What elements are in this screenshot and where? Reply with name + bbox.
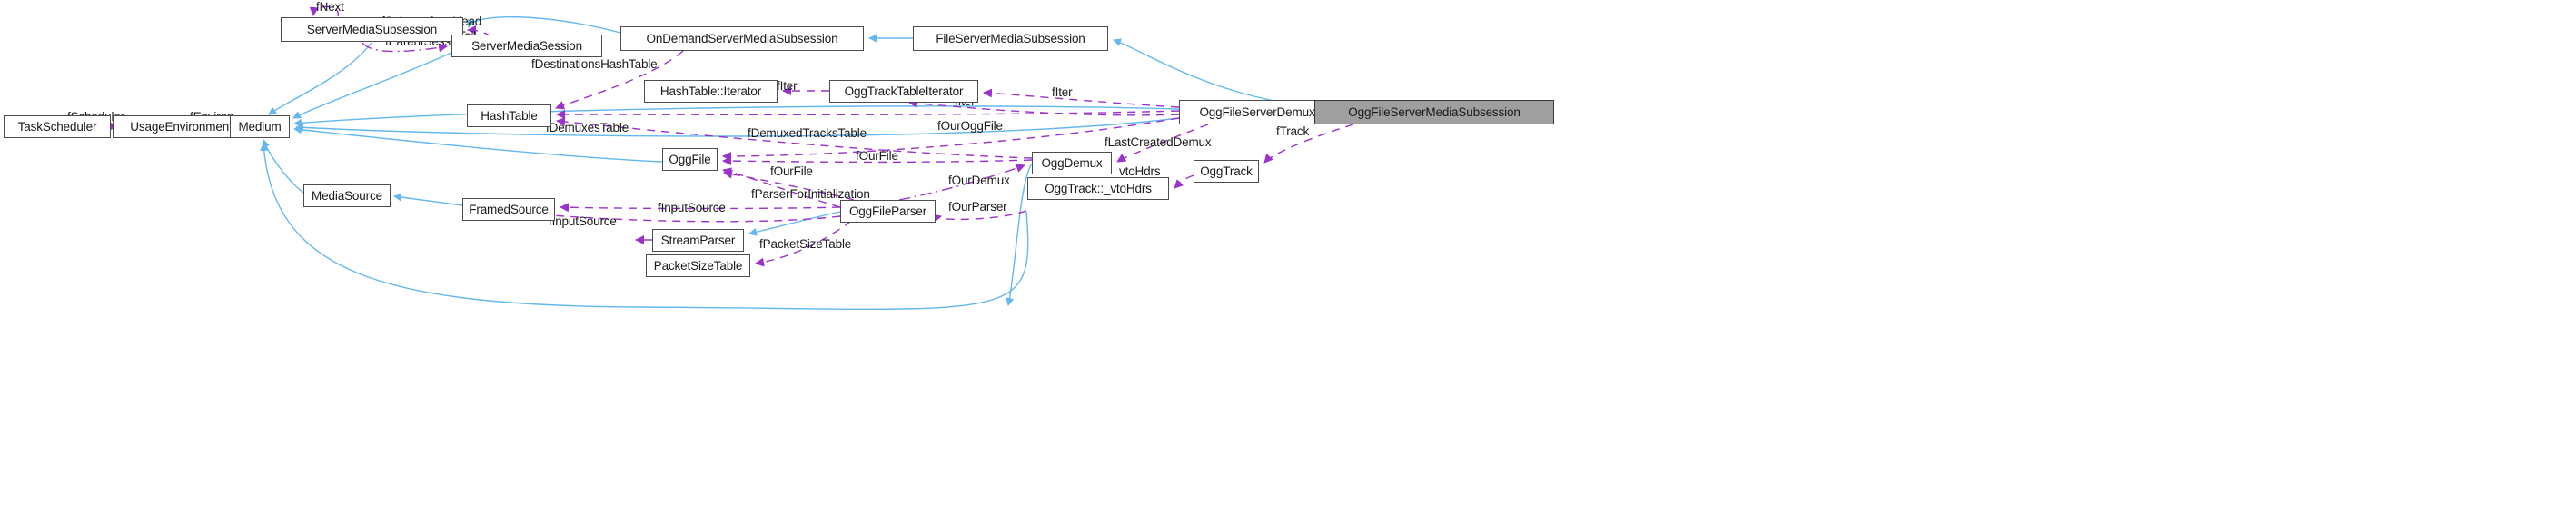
edge-label-fourdemux-mid: fOurDemux bbox=[948, 174, 1010, 187]
node-mediasource[interactable]: MediaSource bbox=[303, 184, 391, 207]
edge-label-fdemuxestable: fDemuxesTable bbox=[546, 121, 629, 134]
inheritance-edges bbox=[260, 16, 1315, 310]
edge-layer bbox=[109, 5, 1354, 310]
edge-label-fourfile-1: fOurFile bbox=[856, 149, 898, 163]
node-oggtrack-vtohdrs[interactable]: OggTrack::_vtoHdrs bbox=[1027, 177, 1169, 200]
node-ondemandservermediasubsession[interactable]: OnDemandServerMediaSubsession bbox=[620, 26, 864, 51]
node-oggfileparser[interactable]: OggFileParser bbox=[840, 200, 936, 223]
node-oggfile[interactable]: OggFile bbox=[662, 148, 718, 171]
node-hashtable[interactable]: HashTable bbox=[467, 104, 551, 127]
node-streamparser[interactable]: StreamParser bbox=[652, 229, 744, 252]
edge-label-fnext: fNext bbox=[316, 0, 344, 14]
node-fileservermediasubsession[interactable]: FileServerMediaSubsession bbox=[913, 26, 1108, 51]
node-packetsizetable[interactable]: PacketSizeTable bbox=[646, 254, 750, 277]
edge-label-flastcreateddemux: fLastCreatedDemux bbox=[1105, 135, 1212, 149]
node-medium[interactable]: Medium bbox=[230, 115, 290, 138]
edge-label-fdemuxedtrackstable: fDemuxedTracksTable bbox=[748, 126, 867, 140]
edge-label-fiter-3: fIter bbox=[1052, 85, 1073, 99]
node-servermediasession[interactable]: ServerMediaSession bbox=[451, 35, 602, 57]
node-framedsource[interactable]: FramedSource bbox=[462, 198, 555, 221]
node-taskscheduler[interactable]: TaskScheduler bbox=[4, 115, 111, 138]
edge-label-fiter-1: fIter bbox=[777, 79, 798, 93]
edge-label-fouroggfile: fOurOggFile bbox=[937, 119, 1003, 133]
node-servermediasubsession[interactable]: ServerMediaSubsession bbox=[281, 17, 463, 42]
node-oggfileservermediasubsession[interactable]: OggFileServerMediaSubsession bbox=[1314, 100, 1554, 124]
edge-label-fourfile-2: fOurFile bbox=[770, 164, 813, 178]
edge-label-fpacketsizetable: fPacketSizeTable bbox=[759, 237, 852, 251]
edge-label-ftrack: fTrack bbox=[1276, 124, 1310, 138]
edge-label-fdestinationshashtable: fDestinationsHashTable bbox=[531, 57, 658, 71]
edge-label-fourparser: fOurParser bbox=[948, 200, 1007, 214]
node-oggfileserverdemux[interactable]: OggFileServerDemux bbox=[1179, 100, 1335, 124]
node-oggtrack[interactable]: OggTrack bbox=[1194, 160, 1259, 183]
edge-label-finputsource-2: fInputSource bbox=[549, 214, 617, 228]
node-oggtracktableiterator[interactable]: OggTrackTableIterator bbox=[829, 80, 978, 103]
collaboration-diagram: TaskScheduler UsageEnvironment Medium Se… bbox=[0, 0, 2576, 527]
edge-label-finputsource-1: fInputSource bbox=[658, 201, 726, 214]
node-oggdemux[interactable]: OggDemux bbox=[1032, 152, 1112, 174]
node-hashtable-iterator[interactable]: HashTable::Iterator bbox=[644, 80, 778, 103]
